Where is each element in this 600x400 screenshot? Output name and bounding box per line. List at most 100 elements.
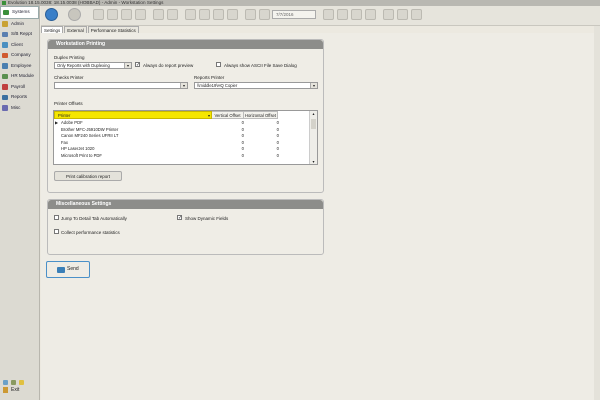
print-calibration-report-button[interactable]: Print calibration report — [54, 171, 122, 181]
toolbar-btn-4[interactable] — [135, 9, 146, 20]
vertical-offset-cell[interactable]: 0 — [214, 127, 244, 133]
checks-printer-select[interactable]: ▾ — [54, 82, 188, 89]
printer-offsets-label: Printer Offsets — [54, 101, 83, 106]
sidebar: Systems Admin S/B Reppt Client Company Employ… — [0, 6, 40, 400]
sidebar-item-label: Client — [11, 41, 23, 47]
toolbar-btn-18[interactable] — [397, 9, 408, 20]
sidebar-item-label: Misc — [11, 104, 21, 110]
printer-offsets-grid[interactable]: Printer ▾ Vertical Offset Horizontal Off… — [53, 110, 318, 165]
toolbar-btn-14[interactable] — [337, 9, 348, 20]
table-row[interactable]: Fax 0 0 — [54, 140, 312, 146]
ascii-dialog-label: Always show ASCII File Save Dialog — [224, 63, 297, 68]
sidebar-item-admin[interactable]: Admin — [0, 19, 39, 30]
toolbar-btn-8[interactable] — [199, 9, 210, 20]
vertical-offset-cell[interactable]: 0 — [214, 153, 244, 159]
send-button[interactable]: Send — [46, 261, 90, 278]
collect-performance-label: Collect performance statistics — [61, 230, 120, 235]
horizontal-offset-cell[interactable]: 0 — [245, 127, 279, 133]
column-printer-label: Printer — [58, 113, 71, 118]
current-row-icon: ▶ — [55, 120, 59, 125]
toolbar-btn-16[interactable] — [365, 9, 376, 20]
table-row[interactable]: ▶ Adobe PDF 0 0 — [54, 120, 312, 126]
toolbar-btn-12[interactable] — [259, 9, 270, 20]
exit-label: Exit — [11, 387, 20, 393]
horizontal-offset-cell[interactable]: 0 — [245, 133, 279, 139]
forward-icon[interactable] — [68, 8, 81, 21]
horizontal-offset-cell[interactable]: 0 — [245, 140, 279, 146]
table-row[interactable]: Canon MF240 Series UFRII LT 0 0 — [54, 133, 312, 139]
exit-icon — [3, 387, 8, 393]
module-icon — [2, 21, 8, 27]
table-row[interactable]: Microsoft Print to PDF 0 0 — [54, 153, 312, 159]
back-icon[interactable] — [45, 8, 58, 21]
table-row[interactable]: HP LaserJet 1020 0 0 — [54, 146, 312, 152]
vertical-offset-cell[interactable]: 0 — [214, 146, 244, 152]
sidebar-item-label: Payroll — [11, 83, 26, 89]
module-icon — [2, 73, 8, 79]
scroll-thumb[interactable] — [311, 119, 316, 129]
jump-to-detail-checkbox[interactable] — [54, 215, 59, 220]
chevron-down-icon: ▾ — [124, 63, 131, 68]
horizontal-offset-cell[interactable]: 0 — [245, 146, 279, 152]
collect-performance-checkbox[interactable] — [54, 229, 59, 234]
horizontal-offset-cell[interactable]: 0 — [245, 153, 279, 159]
table-row[interactable]: Brother MFC-J5910DW Printer 0 0 — [54, 127, 312, 133]
right-splitter[interactable] — [594, 26, 600, 400]
horizontal-offset-cell[interactable]: 0 — [245, 120, 279, 126]
toolbar-btn-5[interactable] — [153, 9, 164, 20]
ascii-dialog-checkbox[interactable] — [216, 62, 221, 67]
column-horizontal-offset[interactable]: Horizontal Offset — [244, 111, 278, 119]
sidebar-item-label: S/B Reppt — [11, 31, 32, 36]
toolbar-btn-17[interactable] — [383, 9, 394, 20]
module-icon — [2, 31, 8, 37]
show-dynamic-fields-checkbox[interactable]: ✓ — [177, 215, 182, 221]
toolbar-btn-10[interactable] — [227, 9, 238, 20]
scroll-down-icon[interactable]: ▾ — [310, 159, 317, 164]
app-icon — [2, 0, 6, 5]
sidebar-item-payroll[interactable]: Payroll — [0, 82, 39, 93]
reports-printer-select[interactable]: \\middle19\HQ Copier ▾ — [194, 82, 318, 89]
toolbar-btn-19[interactable] — [411, 9, 422, 20]
duplex-select[interactable]: Only Reports with Duplexing ▾ — [54, 62, 132, 69]
exit-button[interactable]: Exit — [0, 387, 40, 393]
toolbar-btn-9[interactable] — [213, 9, 224, 20]
reports-printer-value: \\middle19\HQ Copier — [197, 83, 238, 88]
toolbar-btn-2[interactable] — [107, 9, 118, 20]
workstation-printing-panel: Workstation Printing Duplex Printing Onl… — [47, 39, 324, 193]
sidebar-item-company[interactable]: Company — [0, 50, 39, 61]
vertical-offset-cell[interactable]: 0 — [214, 120, 244, 126]
tools-icon[interactable] — [11, 380, 16, 385]
toolbar-btn-7[interactable] — [185, 9, 196, 20]
toolbar-btn-3[interactable] — [121, 9, 132, 20]
sidebar-item-reports[interactable]: Reports — [0, 92, 39, 103]
vertical-offset-cell[interactable]: 0 — [214, 133, 244, 139]
toolbar-btn-6[interactable] — [167, 9, 178, 20]
duplex-value: Only Reports with Duplexing — [57, 63, 110, 68]
printer-cell: HP LaserJet 1020 — [61, 146, 95, 151]
always-preview-checkbox[interactable]: ✓ — [135, 62, 140, 68]
window-title: Evolution 18.15.0038: 18.15.0038 (HOBBAD… — [8, 0, 164, 5]
grid-scrollbar[interactable]: ▴ ▾ — [309, 111, 317, 164]
vertical-offset-cell[interactable]: 0 — [214, 140, 244, 146]
sidebar-item-misc[interactable]: Misc — [0, 103, 39, 114]
sidebar-item-employee[interactable]: Employee — [0, 61, 39, 72]
date-field[interactable]: 7/7/2016 — [272, 10, 316, 19]
column-vertical-offset[interactable]: Vertical Offset — [212, 111, 244, 119]
toolbar-btn-1[interactable] — [93, 9, 104, 20]
people-icon[interactable] — [3, 380, 8, 385]
printer-cell: Canon MF240 Series UFRII LT — [61, 133, 119, 138]
sidebar-item-hr-module[interactable]: HR Module — [0, 71, 39, 82]
column-printer[interactable]: Printer ▾ — [54, 111, 212, 119]
sidebar-item-s-b-reppt[interactable]: S/B Reppt — [0, 29, 39, 40]
sidebar-item-systems[interactable]: Systems — [0, 6, 39, 19]
toolbar-btn-13[interactable] — [323, 9, 334, 20]
chevron-down-icon: ▾ — [310, 83, 317, 88]
bulb-icon[interactable] — [19, 380, 24, 385]
toolbar-btn-15[interactable] — [351, 9, 362, 20]
panel-header: Workstation Printing — [48, 40, 323, 49]
sidebar-item-label: HR Module — [11, 73, 34, 78]
show-dynamic-fields-label: Show Dynamic Fields — [185, 216, 229, 221]
toolbar-btn-11[interactable] — [245, 9, 256, 20]
scroll-up-icon[interactable]: ▴ — [310, 111, 317, 116]
sidebar-item-client[interactable]: Client — [0, 40, 39, 51]
